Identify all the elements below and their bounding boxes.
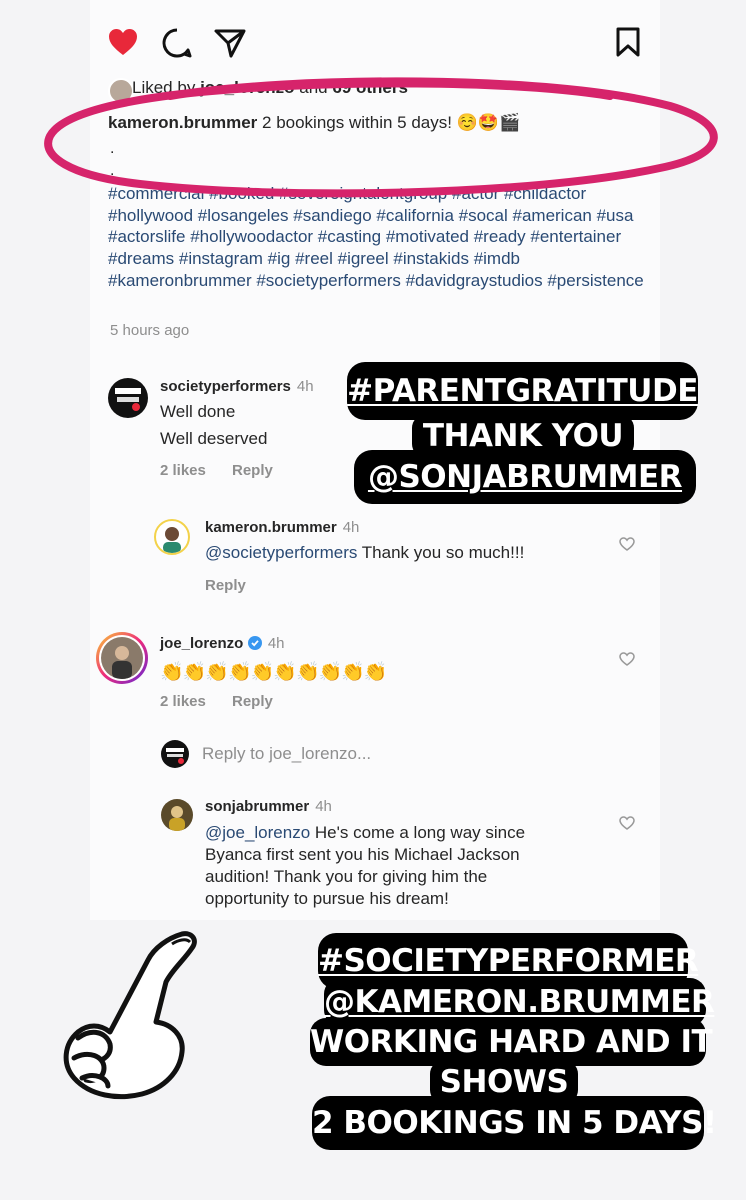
mention-link[interactable]: @joe_lorenzo: [205, 823, 310, 842]
sticker-line: 2 BOOKINGS IN 5 DAYS!: [312, 1105, 717, 1141]
post-timestamp: 5 hours ago: [110, 322, 190, 339]
verified-badge-icon: [247, 636, 262, 650]
comment-username[interactable]: kameron.brummer: [205, 519, 337, 536]
comment-likes[interactable]: 2 likes: [160, 693, 206, 710]
comment-text: Well done: [160, 402, 236, 421]
mention-link[interactable]: @societyperformers: [205, 543, 357, 562]
reply-button[interactable]: Reply: [205, 577, 246, 594]
comment-username[interactable]: joe_lorenzo: [160, 635, 243, 652]
annotation-circle: [44, 77, 718, 198]
sticker-line: #PARENTGRATITUDE: [347, 373, 698, 409]
comment-header: societyperformers 4h: [160, 378, 314, 395]
avatar[interactable]: [96, 632, 148, 684]
avatar: [161, 740, 189, 768]
comment-username[interactable]: societyperformers: [160, 378, 291, 395]
pointing-hand-icon: [63, 931, 197, 1100]
avatar[interactable]: [154, 519, 190, 555]
comment-text: @joe_lorenzo He's come a long way since …: [205, 823, 526, 908]
heart-outline-icon[interactable]: [619, 652, 635, 666]
heart-outline-icon[interactable]: [619, 537, 635, 551]
comment-text: @societyperformers Thank you so much!!!: [205, 543, 525, 562]
sticker-line: WORKING HARD AND IT: [310, 1024, 713, 1060]
comment-header: joe_lorenzo 4h: [160, 635, 285, 652]
heart-outline-icon[interactable]: [619, 816, 635, 830]
avatar[interactable]: [108, 378, 148, 418]
comment-username[interactable]: sonjabrummer: [205, 798, 309, 815]
reply-input[interactable]: Reply to joe_lorenzo...: [202, 744, 371, 764]
avatar[interactable]: [161, 799, 193, 831]
reply-button[interactable]: Reply: [232, 462, 273, 479]
comment-header: sonjabrummer 4h: [205, 798, 332, 815]
paper-plane-icon[interactable]: [213, 27, 247, 59]
sticker-line: @SONJABRUMMER: [367, 459, 683, 495]
heart-filled-icon[interactable]: [107, 27, 139, 57]
bookmark-icon[interactable]: [614, 26, 642, 58]
comment-bubble-icon[interactable]: [161, 27, 193, 59]
comment-text: 👏👏👏👏👏👏👏👏👏👏: [160, 662, 388, 683]
comment-likes[interactable]: 2 likes: [160, 462, 206, 479]
comment-header: kameron.brummer 4h: [205, 519, 360, 536]
reply-button[interactable]: Reply: [232, 693, 273, 710]
comment-text: Well deserved: [160, 429, 268, 448]
